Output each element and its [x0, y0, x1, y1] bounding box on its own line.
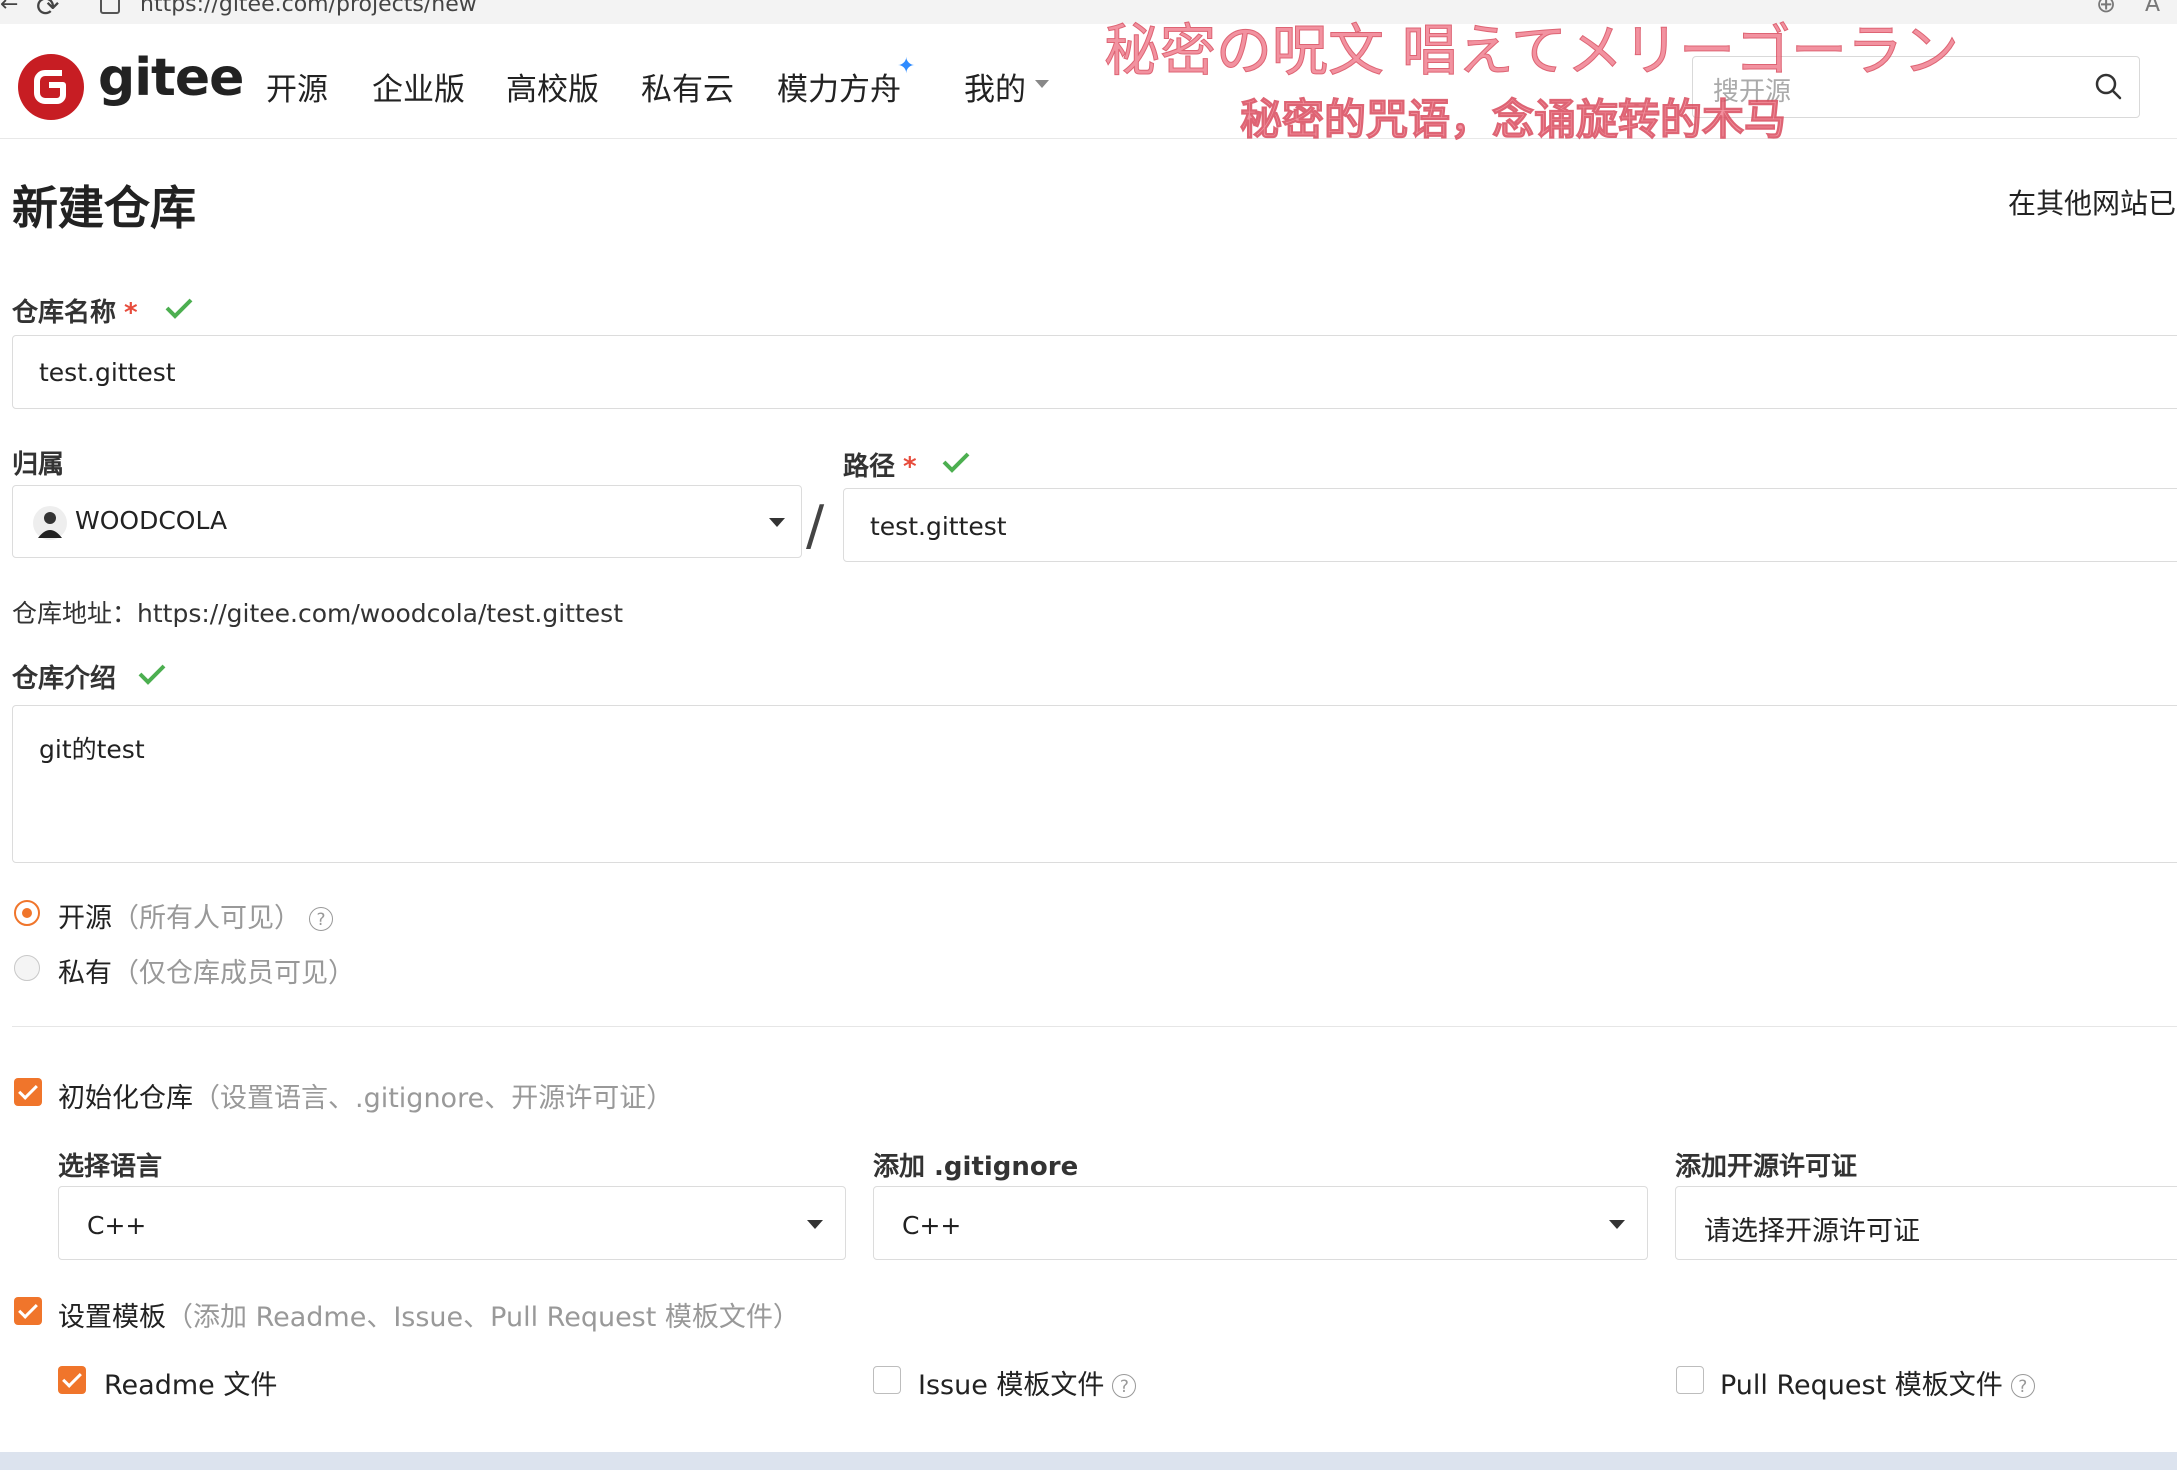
- description-label: 仓库介绍: [12, 664, 117, 694]
- repo-address-url: https://gitee.com/woodcola/test.gittest: [137, 599, 623, 628]
- pr-template-label: Pull Request 模板文件: [1720, 1370, 2003, 1401]
- visibility-public-radio[interactable]: [14, 900, 40, 926]
- chevron-down-icon: [1609, 1220, 1625, 1229]
- description-textarea[interactable]: git的test: [12, 705, 2177, 863]
- check-icon: [165, 298, 193, 319]
- template-hint: （添加 Readme、Issue、Pull Request 模板文件）: [166, 1302, 800, 1333]
- readme-checkbox[interactable]: [58, 1366, 86, 1394]
- os-taskbar: [0, 1452, 2177, 1470]
- language-select[interactable]: C++: [58, 1186, 846, 1260]
- gitignore-value: C++: [902, 1211, 962, 1240]
- visibility-public-hint: （所有人可见）: [112, 903, 301, 934]
- visibility-private-hint: （仅仓库成员可见）: [112, 958, 355, 989]
- help-icon[interactable]: ?: [1112, 1374, 1137, 1398]
- visibility-public-option[interactable]: 开源（所有人可见）?: [58, 896, 333, 935]
- check-icon: [138, 664, 166, 685]
- template-option[interactable]: 设置模板（添加 Readme、Issue、Pull Request 模板文件）: [58, 1295, 800, 1334]
- nav-enterprise[interactable]: 企业版: [372, 64, 465, 109]
- nav-open-source[interactable]: 开源: [266, 64, 328, 109]
- license-select[interactable]: 请选择开源许可证: [1675, 1186, 2177, 1260]
- visibility-private-radio[interactable]: [14, 955, 40, 981]
- visibility-private-label: 私有: [58, 958, 112, 989]
- path-value: test.gittest: [870, 512, 1007, 541]
- logo-text[interactable]: gitee: [98, 48, 244, 108]
- nav-moli[interactable]: 模力方舟: [777, 64, 901, 109]
- repo-name-value: test.gittest: [39, 358, 176, 387]
- chevron-down-icon: [769, 518, 785, 527]
- check-icon: [942, 452, 970, 473]
- back-icon[interactable]: ←: [0, 0, 18, 17]
- path-label-text: 路径: [843, 452, 896, 482]
- repo-address: 仓库地址：https://gitee.com/woodcola/test.git…: [12, 594, 623, 630]
- required-mark: *: [124, 298, 138, 328]
- help-icon[interactable]: ?: [2010, 1374, 2035, 1398]
- owner-select[interactable]: WOODCOLA: [12, 485, 802, 558]
- address-bar[interactable]: https://gitee.com/projects/new: [140, 0, 477, 17]
- reader-mode-icon[interactable]: A: [2145, 0, 2160, 17]
- init-repo-checkbox[interactable]: [14, 1078, 42, 1106]
- nav-education[interactable]: 高校版: [506, 64, 599, 109]
- owner-value: WOODCOLA: [75, 506, 228, 535]
- search-icon[interactable]: [2093, 71, 2123, 101]
- chevron-down-icon: [807, 1220, 823, 1229]
- license-placeholder: 请选择开源许可证: [1704, 1216, 1920, 1247]
- path-input[interactable]: test.gittest: [843, 488, 2177, 562]
- init-repo-label: 初始化仓库: [58, 1083, 193, 1114]
- overlay-subtitle-chinese: 秘密的咒语，念诵旋转的木马: [1239, 95, 1787, 145]
- repo-name-label-text: 仓库名称: [12, 298, 117, 328]
- init-repo-option[interactable]: 初始化仓库（设置语言、.gitignore、开源许可证）: [58, 1076, 673, 1115]
- divider: [12, 1026, 2177, 1027]
- page-title: 新建仓库: [12, 181, 196, 235]
- template-label: 设置模板: [58, 1302, 166, 1333]
- site-info-icon[interactable]: [100, 0, 120, 14]
- repo-name-input[interactable]: test.gittest: [12, 335, 2177, 409]
- chevron-down-icon[interactable]: [1035, 80, 1049, 88]
- reload-icon[interactable]: ⟳: [36, 0, 59, 23]
- gitee-logo-icon[interactable]: [18, 54, 84, 120]
- path-label: 路径 *: [843, 446, 917, 483]
- help-icon[interactable]: ?: [309, 907, 333, 931]
- gitignore-select[interactable]: C++: [873, 1186, 1648, 1260]
- nav-mine[interactable]: 我的: [964, 64, 1026, 109]
- issue-template-checkbox[interactable]: [873, 1366, 901, 1394]
- repo-name-label: 仓库名称 *: [12, 292, 138, 329]
- required-mark: *: [903, 452, 917, 482]
- avatar: [33, 506, 67, 540]
- language-value: C++: [87, 1211, 147, 1240]
- pr-template-option[interactable]: Pull Request 模板文件?: [1720, 1363, 2035, 1402]
- nav-private-cloud[interactable]: 私有云: [641, 64, 734, 109]
- language-label: 选择语言: [58, 1152, 163, 1182]
- sparkle-icon: ✦: [897, 54, 916, 79]
- overlay-subtitle-japanese: 秘密の呪文 唱えてメリーゴーラン: [1103, 19, 1960, 85]
- gitignore-label: 添加 .gitignore: [873, 1152, 1079, 1182]
- license-label: 添加开源许可证: [1675, 1152, 1858, 1182]
- init-repo-hint: （设置语言、.gitignore、开源许可证）: [193, 1083, 674, 1114]
- repo-address-label: 仓库地址：: [12, 599, 138, 628]
- issue-template-option[interactable]: Issue 模板文件?: [918, 1363, 1137, 1402]
- readme-option[interactable]: Readme 文件: [104, 1363, 277, 1402]
- visibility-private-option[interactable]: 私有（仅仓库成员可见）: [58, 951, 355, 990]
- owner-label: 归属: [12, 450, 65, 480]
- zoom-icon[interactable]: ⊕: [2096, 0, 2116, 18]
- visibility-public-label: 开源: [58, 903, 112, 934]
- description-value: git的test: [39, 735, 145, 764]
- path-separator: /: [806, 494, 825, 557]
- issue-template-label: Issue 模板文件: [918, 1370, 1105, 1401]
- import-from-other-site-link[interactable]: 在其他网站已经: [2008, 182, 2177, 222]
- template-checkbox[interactable]: [14, 1297, 42, 1325]
- pr-template-checkbox[interactable]: [1676, 1366, 1704, 1394]
